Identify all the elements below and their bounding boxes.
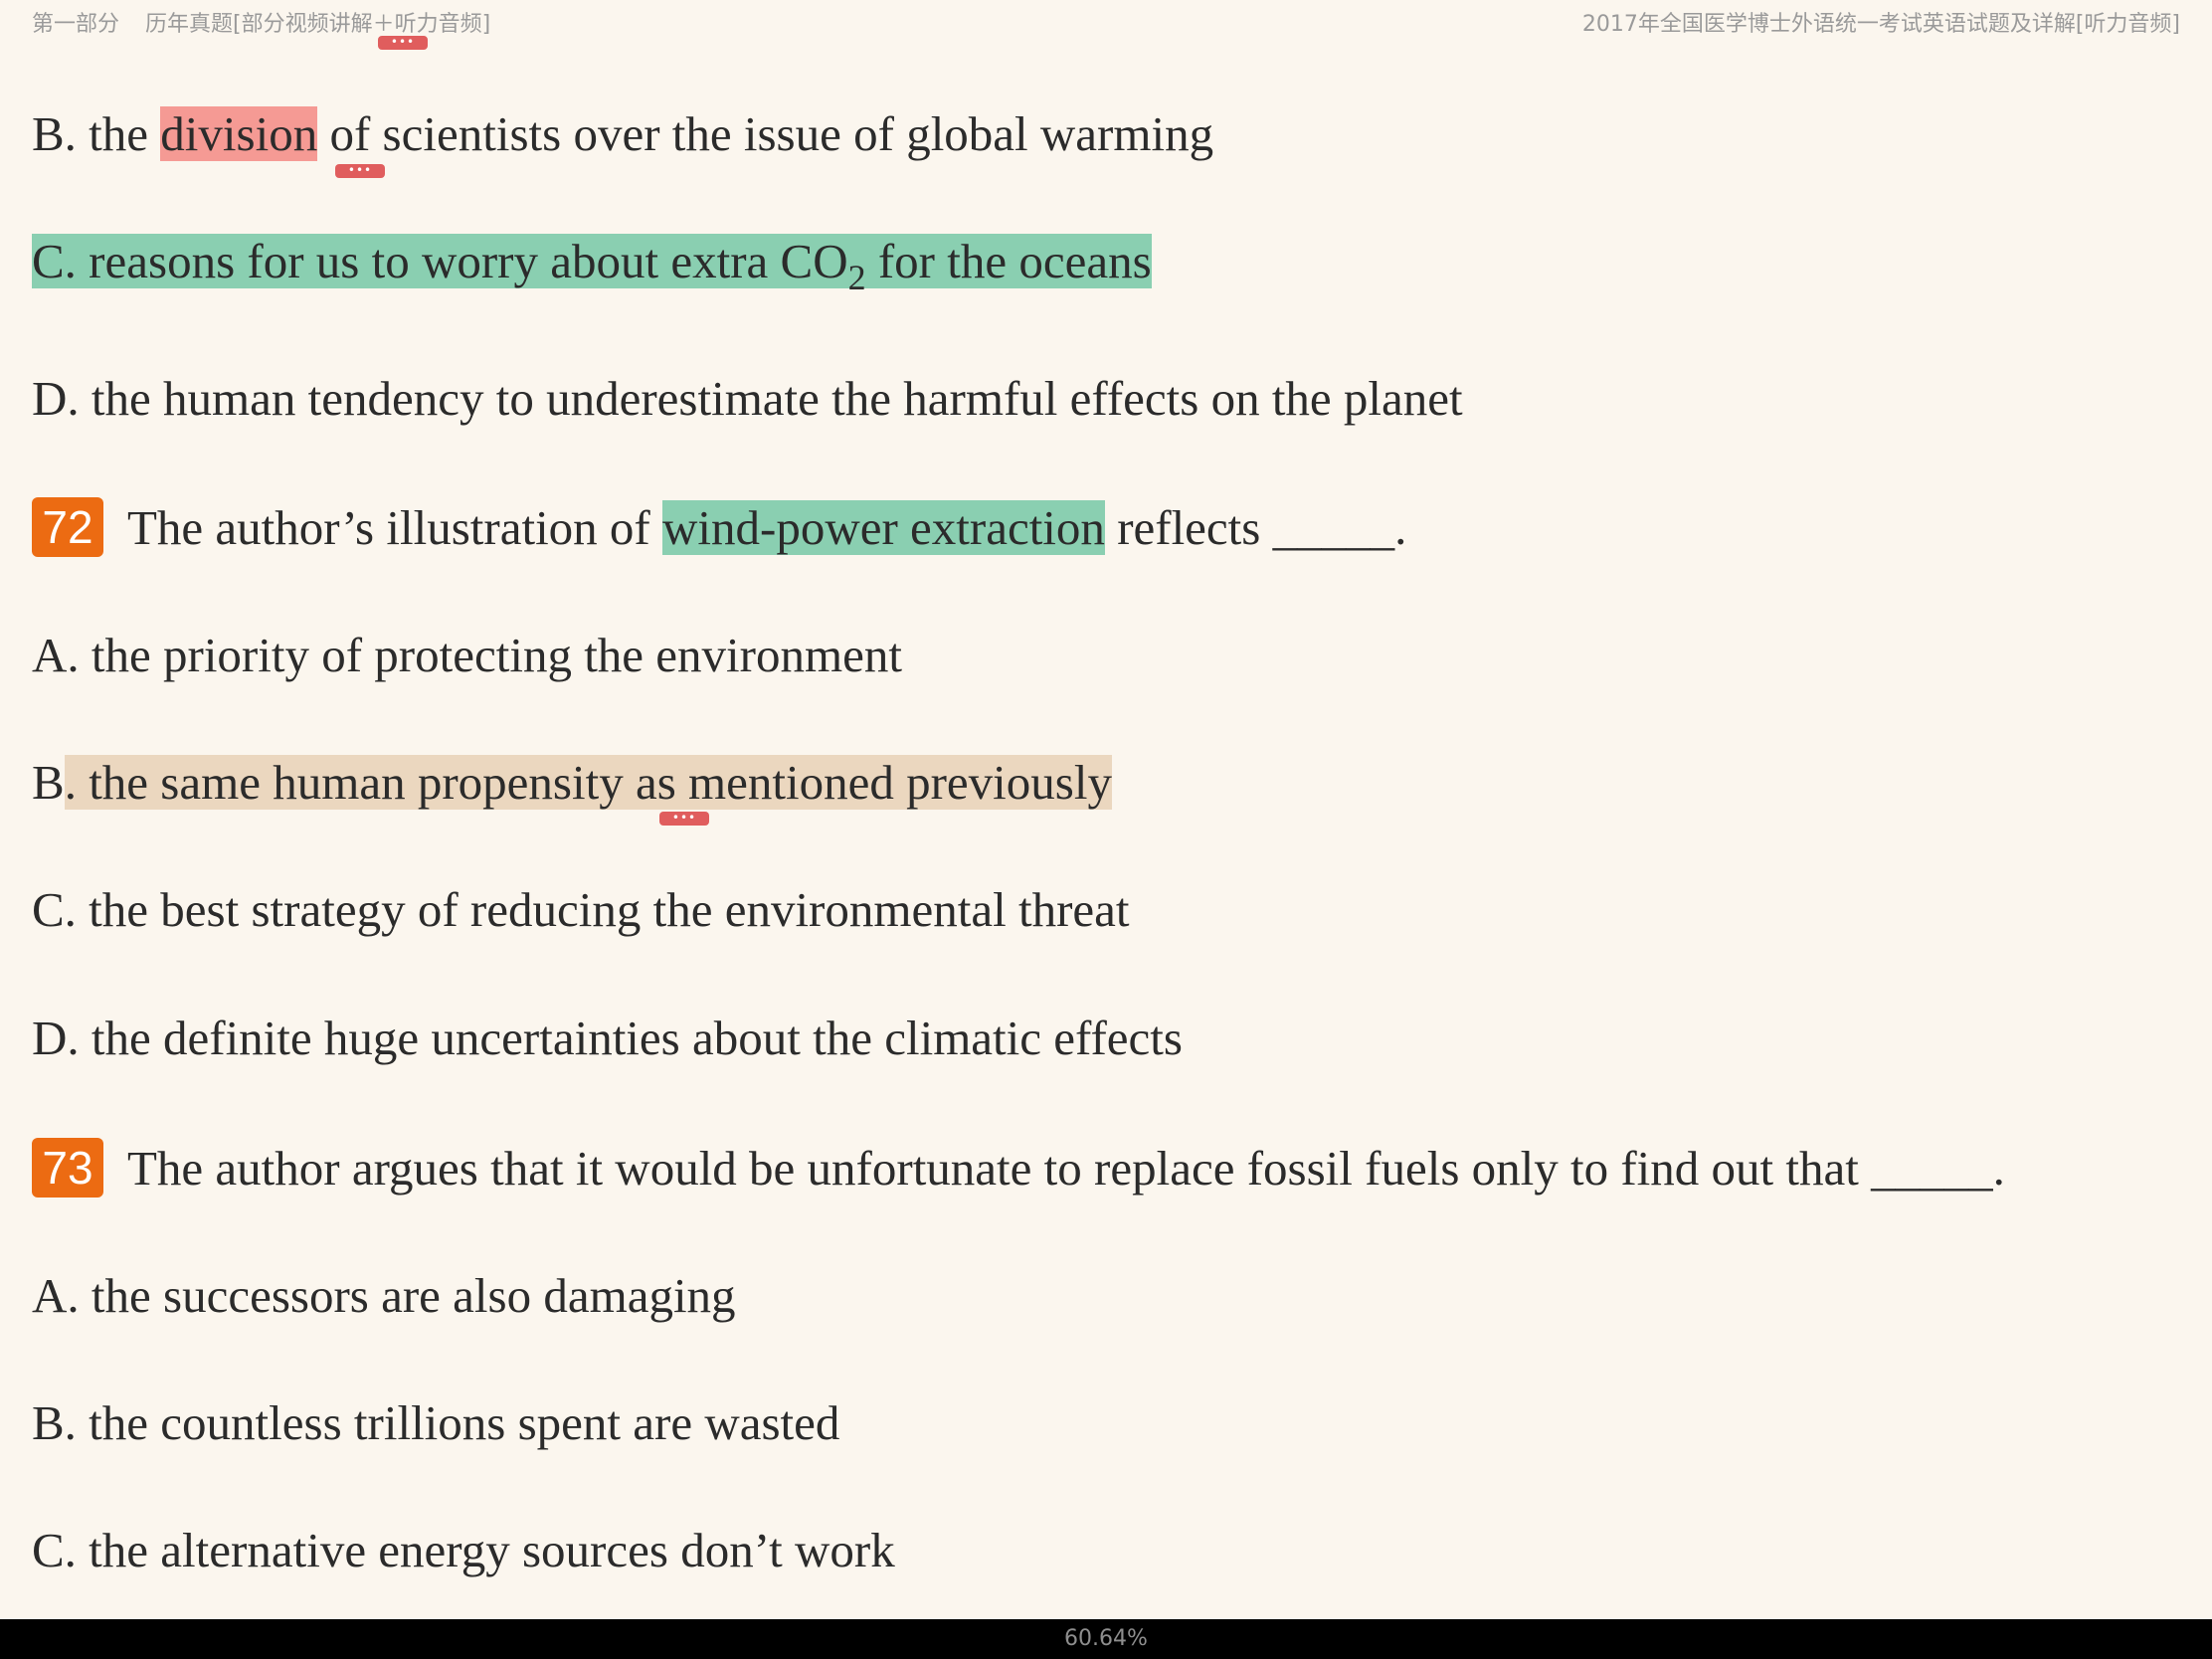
- book-title: 2017年全国医学博士外语统一考试英语试题及详解[听力音频]: [1581, 12, 2180, 37]
- reading-progress-bar: 60.64%: [0, 1619, 2212, 1659]
- note-marker-division[interactable]: •••: [335, 164, 385, 178]
- reading-progress: 60.64%: [1064, 1626, 1148, 1651]
- question-number-badge: 73: [32, 1138, 103, 1198]
- question-73-stem: The author argues that it would be unfor…: [127, 1141, 2005, 1196]
- question-72-stem-pre: The author’s illustration of: [127, 500, 662, 555]
- option-72-b: B. the same human propensity as mentione…: [32, 752, 1112, 814]
- note-marker-header[interactable]: •••: [378, 36, 428, 50]
- highlight-option-72-b[interactable]: . the same human propensity as mentioned…: [64, 755, 1112, 810]
- option-72-c: C. the best strategy of reducing the env…: [32, 882, 1130, 937]
- note-marker-option-72-b[interactable]: •••: [659, 812, 709, 826]
- option-71-b: B. the division of scientists over the i…: [32, 103, 1213, 165]
- option-71-c: C. reasons for us to worry about extra C…: [32, 231, 1152, 297]
- option-73-b: B. the countless trillions spent are was…: [32, 1395, 840, 1450]
- option-71-b-rest: of scientists over the issue of global w…: [317, 106, 1214, 161]
- option-71-b-prefix: B. the: [32, 106, 161, 161]
- option-71-c-rest: for the oceans: [865, 234, 1152, 288]
- question-number-badge: 72: [32, 497, 103, 557]
- highlight-option-71-c[interactable]: C. reasons for us to worry about extra C…: [32, 234, 1152, 297]
- subscript-2: 2: [847, 258, 866, 297]
- question-73: 73 The author argues that it would be unf…: [32, 1138, 2005, 1199]
- option-71-d: D. the human tendency to underestimate t…: [32, 371, 1463, 426]
- breadcrumb-section: 历年真题[部分视频讲解＋听力音频]: [145, 12, 491, 37]
- option-73-a: A. the successors are also damaging: [32, 1268, 736, 1323]
- option-72-a: A. the priority of protecting the enviro…: [32, 628, 902, 682]
- reader-header: 第一部分 历年真题[部分视频讲解＋听力音频] 2017年全国医学博士外语统一考试英…: [0, 0, 2212, 44]
- option-72-d: D. the definite huge uncertainties about…: [32, 1011, 1183, 1065]
- highlight-wind-power-extraction[interactable]: wind-power extraction: [662, 500, 1105, 555]
- option-71-c-text: C. reasons for us to worry about extra C…: [32, 234, 848, 288]
- highlight-division[interactable]: division: [160, 106, 318, 161]
- option-72-b-letter: B: [32, 755, 65, 810]
- question-72: 72 The author’s illustration of wind-powe…: [32, 497, 1406, 559]
- option-73-c: C. the alternative energy sources don’t …: [32, 1523, 895, 1577]
- breadcrumb-part: 第一部分: [32, 12, 120, 37]
- question-72-stem-post: reflects _____.: [1104, 500, 1407, 555]
- breadcrumb: 第一部分 历年真题[部分视频讲解＋听力音频]: [32, 6, 490, 38]
